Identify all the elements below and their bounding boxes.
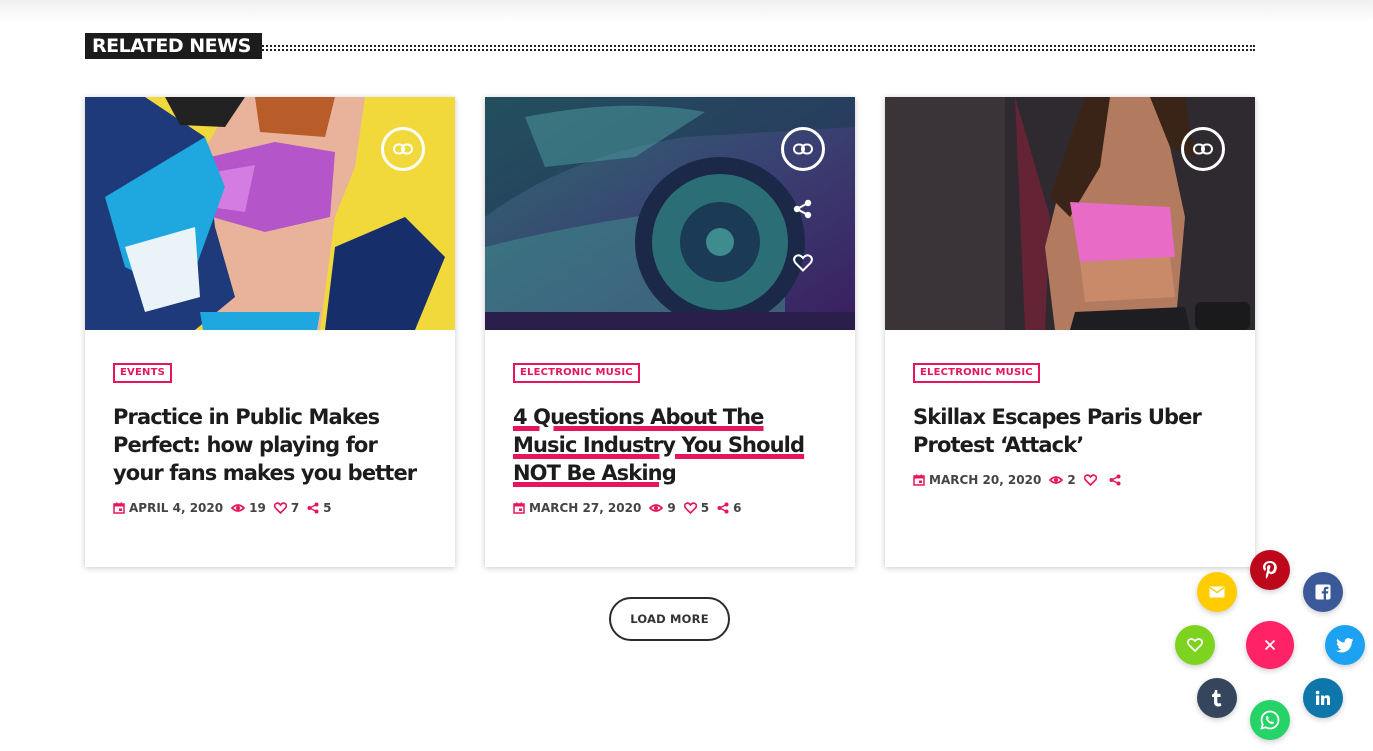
linkedin-share-button[interactable] <box>1303 678 1343 718</box>
date: APRIL 4, 2020 <box>113 501 223 515</box>
category-tag[interactable]: ELECTRONIC MUSIC <box>913 363 1040 383</box>
card-title[interactable]: Skillax Escapes Paris Uber Protest ‘Atta… <box>913 403 1231 459</box>
calendar-icon <box>913 474 925 486</box>
pinterest-icon <box>1263 561 1277 579</box>
likes[interactable]: 7 <box>273 501 299 515</box>
whatsapp-share-button[interactable] <box>1250 700 1290 740</box>
heart-icon <box>273 502 287 514</box>
card-meta: MARCH 27, 2020 9 5 6 <box>513 501 831 515</box>
tumblr-share-button[interactable] <box>1197 678 1237 718</box>
top-shadow <box>0 0 1373 22</box>
facebook-icon <box>1315 584 1331 600</box>
link-button[interactable] <box>1181 127 1225 171</box>
news-card-2[interactable]: ELECTRONIC MUSIC 4 Questions About The M… <box>485 97 855 567</box>
eye-icon <box>231 504 246 512</box>
heart-icon <box>1083 474 1097 486</box>
card-title[interactable]: 4 Questions About The Music Industry You… <box>513 403 831 487</box>
card-image-1[interactable] <box>85 97 455 330</box>
category-tag[interactable]: EVENTS <box>113 363 172 383</box>
section-header: RELATED NEWS <box>85 33 1255 59</box>
views: 2 <box>1049 473 1076 487</box>
link-button[interactable] <box>781 127 825 171</box>
likes[interactable] <box>1083 474 1101 486</box>
email-share-button[interactable] <box>1197 572 1237 612</box>
calendar-icon <box>513 502 525 514</box>
eye-icon <box>1049 476 1064 484</box>
card-image-2[interactable] <box>485 97 855 330</box>
favorite-share-button[interactable] <box>1175 625 1215 665</box>
share-icon <box>717 502 729 514</box>
share-button[interactable] <box>791 197 815 221</box>
shares[interactable] <box>1109 474 1125 486</box>
load-more-button[interactable]: LOAD MORE <box>609 597 730 641</box>
link-icon <box>793 143 813 155</box>
heart-icon <box>1187 638 1203 652</box>
twitter-icon <box>1336 637 1354 652</box>
share-toggle-button[interactable] <box>1246 621 1294 669</box>
eye-icon <box>649 504 664 512</box>
tumblr-icon <box>1212 690 1222 707</box>
card-meta: MARCH 20, 2020 2 <box>913 473 1231 487</box>
shares[interactable]: 6 <box>717 501 741 515</box>
card-title[interactable]: Practice in Public Makes Perfect: how pl… <box>113 403 431 487</box>
category-tag[interactable]: ELECTRONIC MUSIC <box>513 363 640 383</box>
heart-icon <box>793 254 813 272</box>
date: MARCH 20, 2020 <box>913 473 1041 487</box>
like-button[interactable] <box>791 251 815 275</box>
calendar-icon <box>113 502 125 514</box>
link-button[interactable] <box>381 127 425 171</box>
share-icon <box>1109 474 1121 486</box>
shares[interactable]: 5 <box>307 501 332 515</box>
link-icon <box>393 143 413 155</box>
facebook-share-button[interactable] <box>1303 572 1343 612</box>
twitter-share-button[interactable] <box>1325 625 1365 665</box>
section-divider <box>259 45 1255 51</box>
linkedin-icon <box>1315 690 1330 705</box>
whatsapp-icon <box>1260 710 1280 730</box>
heart-icon <box>683 502 697 514</box>
news-card-3[interactable]: ELECTRONIC MUSIC Skillax Escapes Paris U… <box>885 97 1255 567</box>
date: MARCH 27, 2020 <box>513 501 641 515</box>
link-icon <box>1193 143 1213 155</box>
section-title: RELATED NEWS <box>85 33 262 59</box>
close-icon <box>1264 639 1276 651</box>
pinterest-share-button[interactable] <box>1250 550 1290 590</box>
share-icon <box>793 199 812 219</box>
card-meta: APRIL 4, 2020 19 7 5 <box>113 501 431 515</box>
card-image-3[interactable] <box>885 97 1255 330</box>
views: 9 <box>649 501 676 515</box>
news-card-1[interactable]: EVENTS Practice in Public Makes Perfect:… <box>85 97 455 567</box>
views: 19 <box>231 501 266 515</box>
likes[interactable]: 5 <box>683 501 709 515</box>
share-icon <box>307 502 319 514</box>
email-icon <box>1209 586 1225 598</box>
